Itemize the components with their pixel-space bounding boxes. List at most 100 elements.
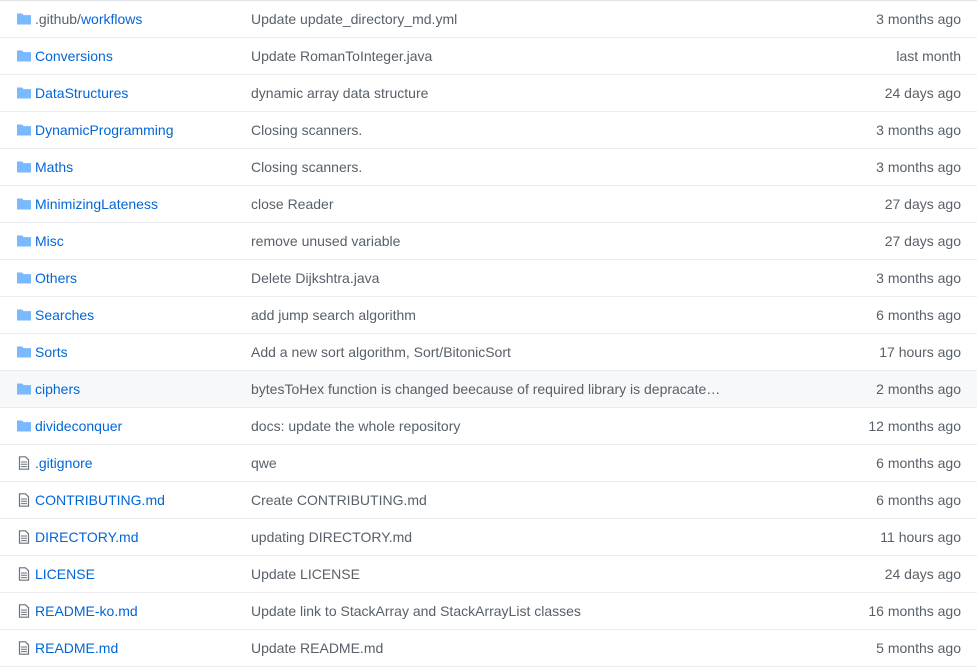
table-row[interactable]: divideconquer docs: update the whole repo… xyxy=(0,408,977,445)
file-name-link[interactable]: DIRECTORY.md xyxy=(35,519,138,555)
commit-message-link[interactable]: bytesToHex function is changed beecause … xyxy=(251,371,721,407)
commit-age: 24 days ago xyxy=(884,85,961,101)
folder-icon xyxy=(16,12,32,26)
commit-message-link[interactable]: Create CONTRIBUTING.md xyxy=(251,482,721,518)
file-name-label: CONTRIBUTING.md xyxy=(35,492,165,508)
table-row[interactable]: Sorts Add a new sort algorithm, Sort/Bito… xyxy=(0,334,977,371)
file-table: .github/workflows Update update_directory… xyxy=(0,0,977,667)
file-name-link[interactable]: ciphers xyxy=(35,371,80,407)
table-row[interactable]: CONTRIBUTING.md Create CONTRIBUTING.md 6 m… xyxy=(0,482,977,519)
folder-icon xyxy=(16,382,32,396)
file-icon xyxy=(16,493,32,507)
file-name-link[interactable]: CONTRIBUTING.md xyxy=(35,482,165,518)
folder-icon xyxy=(16,86,32,100)
file-name-label: DataStructures xyxy=(35,85,129,101)
table-row[interactable]: DIRECTORY.md updating DIRECTORY.md 11 hour… xyxy=(0,519,977,556)
commit-message-link[interactable]: Update README.md xyxy=(251,630,721,666)
commit-message-link[interactable]: add jump search algorithm xyxy=(251,297,721,333)
folder-icon xyxy=(16,160,32,174)
commit-message-link[interactable]: remove unused variable xyxy=(251,223,721,259)
file-name-label: Others xyxy=(35,270,78,286)
file-name-label: workflows xyxy=(80,11,143,27)
commit-age: 3 months ago xyxy=(876,159,961,175)
file-name-label: Conversions xyxy=(35,48,113,64)
file-name-link[interactable]: DataStructures xyxy=(35,75,128,111)
commit-message-link[interactable]: docs: update the whole repository xyxy=(251,408,721,444)
commit-age: 24 days ago xyxy=(884,566,961,582)
commit-age: 2 months ago xyxy=(876,381,961,397)
commit-age: 27 days ago xyxy=(884,233,961,249)
file-name-link[interactable]: Sorts xyxy=(35,334,68,370)
table-row[interactable]: .github/workflows Update update_directory… xyxy=(0,1,977,38)
file-name-link[interactable]: README.md xyxy=(35,630,118,666)
commit-message-link[interactable]: Delete Dijkshtra.java xyxy=(251,260,721,296)
commit-message-link[interactable]: updating DIRECTORY.md xyxy=(251,519,721,555)
commit-message-link[interactable]: close Reader xyxy=(251,186,721,222)
table-row[interactable]: MinimizingLateness close Reader 27 days ag… xyxy=(0,186,977,223)
file-name-label: ciphers xyxy=(35,381,81,397)
file-name-label: Maths xyxy=(35,159,74,175)
commit-message-link[interactable]: qwe xyxy=(251,445,721,481)
table-row[interactable]: README-ko.md Update link to StackArray an… xyxy=(0,593,977,630)
file-icon xyxy=(16,530,32,544)
commit-age: 6 months ago xyxy=(876,492,961,508)
commit-age: 6 months ago xyxy=(876,307,961,323)
file-name-label: LICENSE xyxy=(35,566,95,582)
table-row[interactable]: Misc remove unused variable 27 days ago xyxy=(0,223,977,260)
file-name-label: README-ko.md xyxy=(35,603,138,619)
table-row[interactable]: Searches add jump search algorithm 6 month… xyxy=(0,297,977,334)
table-row[interactable]: .gitignore qwe 6 months ago xyxy=(0,445,977,482)
commit-age: 16 months ago xyxy=(868,603,961,619)
file-name-label: divideconquer xyxy=(35,418,123,434)
file-name-link[interactable]: .gitignore xyxy=(35,445,93,481)
file-name-link[interactable]: LICENSE xyxy=(35,556,95,592)
file-name-link[interactable]: .github/workflows xyxy=(35,1,142,37)
commit-message-link[interactable]: Update LICENSE xyxy=(251,556,721,592)
file-name-link[interactable]: Others xyxy=(35,260,77,296)
file-name-link[interactable]: DynamicProgramming xyxy=(35,112,173,148)
commit-age: 6 months ago xyxy=(876,455,961,471)
commit-message-link[interactable]: Closing scanners. xyxy=(251,149,721,185)
table-row[interactable]: DataStructures dynamic array data structu… xyxy=(0,75,977,112)
file-name-link[interactable]: Searches xyxy=(35,297,94,333)
commit-message-link[interactable]: Update update_directory_md.yml xyxy=(251,1,721,37)
file-name-label: .gitignore xyxy=(35,455,93,471)
file-name-link[interactable]: README-ko.md xyxy=(35,593,138,629)
file-icon xyxy=(16,641,32,655)
file-name-label: Misc xyxy=(35,233,64,249)
table-row[interactable]: Others Delete Dijkshtra.java 3 months ago xyxy=(0,260,977,297)
table-row[interactable]: Conversions Update RomanToInteger.java las… xyxy=(0,38,977,75)
file-name-link[interactable]: divideconquer xyxy=(35,408,122,444)
commit-age: last month xyxy=(896,48,961,64)
table-row[interactable]: README.md Update README.md 5 months ago xyxy=(0,630,977,667)
file-name-link[interactable]: Conversions xyxy=(35,38,113,74)
table-row[interactable]: DynamicProgramming Closing scanners. 3 mon… xyxy=(0,112,977,149)
commit-message-link[interactable]: Closing scanners. xyxy=(251,112,721,148)
table-row[interactable]: LICENSE Update LICENSE 24 days ago xyxy=(0,556,977,593)
file-name-label: DynamicProgramming xyxy=(35,122,174,138)
file-name-label: Sorts xyxy=(35,344,68,360)
commit-age: 12 months ago xyxy=(868,418,961,434)
commit-message-link[interactable]: Update RomanToInteger.java xyxy=(251,38,721,74)
file-name-link[interactable]: Misc xyxy=(35,223,64,259)
folder-icon xyxy=(16,271,32,285)
commit-message-link[interactable]: Add a new sort algorithm, Sort/BitonicSo… xyxy=(251,334,721,370)
commit-message-link[interactable]: Update link to StackArray and StackArray… xyxy=(251,593,721,629)
commit-message-link[interactable]: dynamic array data structure xyxy=(251,75,721,111)
folder-icon xyxy=(16,345,32,359)
folder-icon xyxy=(16,49,32,63)
commit-age: 3 months ago xyxy=(876,270,961,286)
folder-icon xyxy=(16,308,32,322)
commit-age: 5 months ago xyxy=(876,640,961,656)
table-row[interactable]: ciphers bytesToHex function is changed be… xyxy=(0,371,977,408)
file-icon xyxy=(16,456,32,470)
file-name-link[interactable]: MinimizingLateness xyxy=(35,186,158,222)
file-name-label: Searches xyxy=(35,307,95,323)
table-row[interactable]: Maths Closing scanners. 3 months ago xyxy=(0,149,977,186)
folder-icon xyxy=(16,419,32,433)
commit-age: 17 hours ago xyxy=(879,344,961,360)
commit-age: 11 hours ago xyxy=(880,529,961,545)
file-icon xyxy=(16,604,32,618)
file-name-link[interactable]: Maths xyxy=(35,149,73,185)
commit-age: 27 days ago xyxy=(884,196,961,212)
